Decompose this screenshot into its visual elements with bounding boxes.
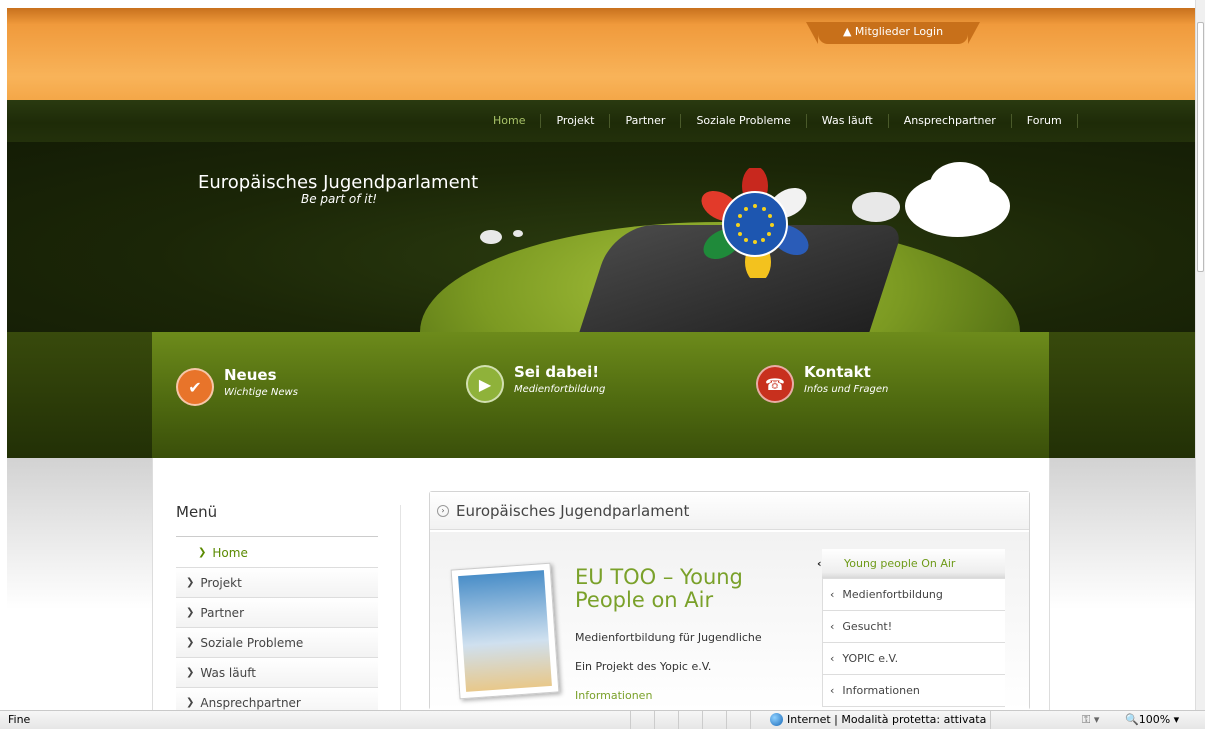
feature-title: Neues [224,366,277,384]
top-strip [0,0,1195,8]
sidebar-item-label: Ansprechpartner [200,695,301,710]
feature-title: Kontakt [804,363,871,381]
article-photo[interactable] [450,562,560,700]
chevron-right-icon: ❯ [186,607,195,618]
play-icon: ▶ [466,365,504,403]
sidebar-menu: ❯ Home ❯ Projekt ❯ Partner ❯ Soziale Problem… [176,538,378,718]
panel-header: › Europäisches Jugendparlament [430,492,1029,530]
sidebar-item-was-laeuft[interactable]: ❯ Was läuft [176,658,378,688]
article-info-link[interactable]: Informationen [575,689,652,702]
chevron-right-icon: ❯ [186,697,195,708]
sidebar-item-label: Partner [200,605,245,620]
chevron-left-icon: ‹ [830,620,835,633]
cloud-small [480,230,502,244]
nav-item-partner[interactable]: Partner [610,114,682,128]
panel-title: Europäisches Jugendparlament [456,501,690,520]
feature-subtitle: Wichtige News [224,387,298,398]
chevron-right-icon: ❯ [186,637,195,648]
contact-icon: ☎ [756,365,794,403]
main-nav: Home Projekt Partner Soziale Probleme Wa… [478,100,1078,142]
sidebar-item-label: Soziale Probleme [200,635,304,650]
feature-subtitle: Medienfortbildung [514,384,606,395]
status-text: Fine [8,713,31,726]
chevron-left-icon: ‹ [830,684,835,697]
feature-neues[interactable]: ✔ Neues Wichtige News [176,366,298,406]
site-title: Europäisches Jugendparlament [198,172,479,193]
feature-title: Sei dabei! [514,363,600,381]
chevron-left-icon: ‹ [830,652,835,665]
nav-item-projekt[interactable]: Projekt [541,114,611,128]
tab-yopic[interactable]: ‹ YOPIC e.V. [822,643,1005,675]
article-text: Ein Projekt des Yopic e.V. [575,660,712,673]
browser-page: ▲ Mitglieder Login Home Projekt Partner … [0,0,1205,729]
article-tabs: ‹ Young people On Air ‹ Medienfortbildung … [817,549,1005,707]
cloud-large-puff [930,162,990,207]
sidebar-item-label: Was läuft [200,665,256,680]
feature-kontakt[interactable]: ☎ Kontakt Infos und Fragen [756,363,888,403]
sidebar-item-label: Projekt [200,575,242,590]
cloud-medium [852,192,900,222]
tab-label: Informationen [842,684,920,697]
feature-subtitle: Infos und Fragen [804,384,889,395]
eu-circle [722,191,788,257]
tab-informationen[interactable]: ‹ Informationen [822,675,1005,707]
arrow-bullet-icon: › [437,504,449,517]
header-orange-band [7,8,1195,100]
sidebar-item-home[interactable]: ❯ Home [176,538,378,568]
zoom-value: 100% [1138,713,1171,726]
jumping-man-image [458,570,552,692]
nav-item-ansprechpartner[interactable]: Ansprechpartner [889,114,1012,128]
sidebar-item-partner[interactable]: ❯ Partner [176,598,378,628]
cloud-tiny [513,230,523,237]
globe-icon [770,713,783,726]
chevron-left-icon: ‹ [830,588,835,601]
chevron-left-icon: ‹ [817,557,822,570]
sidebar-title: Menü [176,503,218,521]
tab-young-people-on-air[interactable]: ‹ Young people On Air [817,549,1005,579]
column-divider [400,505,401,710]
tab-label: Gesucht! [842,620,893,633]
feature-sei-dabei[interactable]: ▶ Sei dabei! Medienfortbildung [466,363,605,403]
security-zone-text: Internet | Modalità protetta: attivata [787,713,987,726]
lock-icon[interactable]: ⚿ ▾ [1082,713,1099,727]
article-subtitle: Medienfortbildung für Jugendliche [575,631,762,644]
feature-strip-ornament-right [1049,332,1195,458]
sidebar-item-projekt[interactable]: ❯ Projekt [176,568,378,598]
nav-item-forum[interactable]: Forum [1012,114,1078,128]
status-cells [630,711,774,729]
chevron-right-icon: ❯ [198,547,207,558]
chevron-right-icon: ❯ [186,667,195,678]
nav-item-home[interactable]: Home [478,114,542,128]
sidebar-divider [176,536,378,537]
sidebar-item-label: Home [212,545,248,560]
tab-medienfortbildung[interactable]: ‹ Medienfortbildung [822,579,1005,611]
status-separator [990,711,991,729]
browser-status-bar: Fine Internet | Modalità protetta: attiv… [0,710,1205,729]
tab-label: YOPIC e.V. [842,652,899,665]
scrollbar-thumb[interactable] [1197,22,1204,272]
security-zone[interactable]: Internet | Modalità protetta: attivata [770,713,986,726]
sidebar-item-soziale-probleme[interactable]: ❯ Soziale Probleme [176,628,378,658]
members-login-button[interactable]: ▲ Mitglieder Login [806,22,980,44]
check-icon: ✔ [176,368,214,406]
feature-strip-ornament-left [7,332,152,458]
tab-label: Medienfortbildung [842,588,943,601]
tab-gesucht[interactable]: ‹ Gesucht! [822,611,1005,643]
nav-item-soziale-probleme[interactable]: Soziale Probleme [681,114,807,128]
article-title[interactable]: EU TOO – Young People on Air [575,566,775,612]
be-part-of-it-flower-logo [701,168,809,278]
chevron-right-icon: ❯ [186,577,195,588]
nav-item-was-laeuft[interactable]: Was läuft [807,114,889,128]
tab-label: Young people On Air [844,557,956,570]
zoom-level[interactable]: 🔍100% ▾ [1125,713,1179,726]
site-slogan: Be part of it! [301,192,378,206]
